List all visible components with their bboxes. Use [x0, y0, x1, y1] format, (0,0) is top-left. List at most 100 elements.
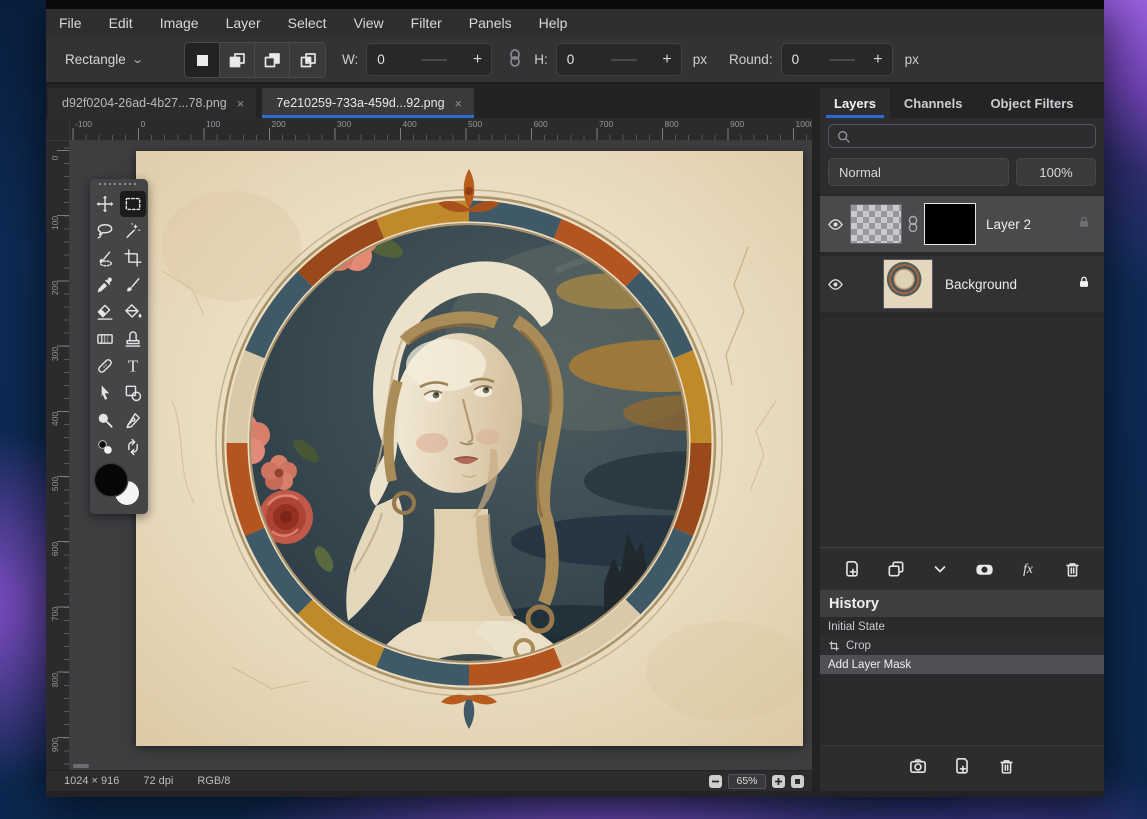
- close-tab-icon[interactable]: ×: [237, 96, 245, 111]
- visibility-eye-icon[interactable]: [820, 276, 850, 293]
- duplicate-layer-icon[interactable]: [885, 558, 907, 580]
- height-increase-button[interactable]: +: [662, 51, 671, 69]
- color-swatches: [90, 464, 148, 508]
- history-item[interactable]: Crop: [820, 636, 1104, 655]
- eyedropper-tool[interactable]: [92, 272, 118, 298]
- paint-bucket-tool[interactable]: [120, 299, 146, 325]
- menu-item[interactable]: Help: [539, 15, 568, 31]
- foreground-color-swatch[interactable]: [95, 464, 127, 496]
- visibility-eye-icon[interactable]: [820, 216, 850, 233]
- ruler-left: 0100200300400500600700800900: [46, 141, 70, 770]
- layer-row-background[interactable]: Background: [820, 256, 1104, 312]
- layers-list: Layer 2 Background: [820, 194, 1104, 318]
- zoom-fit-button[interactable]: [791, 775, 804, 788]
- history-item[interactable]: Add Layer Mask: [820, 655, 1104, 674]
- round-input[interactable]: 0 +: [781, 43, 893, 76]
- canvas-document[interactable]: [136, 151, 803, 746]
- layer-thumbnail-transparent[interactable]: [850, 204, 902, 244]
- lock-icon[interactable]: [1076, 274, 1092, 295]
- path-select-tool[interactable]: [92, 380, 118, 406]
- intersect-shape-button[interactable]: [290, 43, 325, 77]
- snapshot-camera-icon[interactable]: [907, 755, 929, 777]
- panel-tab[interactable]: Layers: [820, 88, 890, 118]
- menu-item[interactable]: File: [59, 15, 82, 31]
- link-dimensions-icon[interactable]: [506, 48, 524, 71]
- layer-name: Background: [945, 277, 1076, 292]
- menu-item[interactable]: Select: [288, 15, 327, 31]
- search-icon: [836, 129, 851, 144]
- zoom-level-field[interactable]: 65%: [728, 774, 766, 789]
- history-item[interactable]: Initial State: [820, 617, 1104, 636]
- round-slider-handle[interactable]: [829, 59, 855, 61]
- new-layer-icon[interactable]: [841, 558, 863, 580]
- menu-item[interactable]: Image: [160, 15, 199, 31]
- layer-mask-thumbnail[interactable]: [924, 203, 976, 245]
- layer-thumbnail-image[interactable]: [883, 259, 933, 309]
- menu-item[interactable]: Panels: [469, 15, 512, 31]
- shape-type-select[interactable]: Rectangle ⌄: [65, 52, 142, 67]
- panel-tab[interactable]: Channels: [890, 88, 977, 118]
- opacity-field[interactable]: 100%: [1016, 158, 1096, 186]
- mask-link-icon[interactable]: [902, 215, 924, 233]
- palette-drag-handle[interactable]: [99, 183, 139, 187]
- quick-select-tool[interactable]: [92, 245, 118, 271]
- horizontal-scrollbar[interactable]: [73, 764, 89, 768]
- layer-mask-icon[interactable]: [973, 558, 995, 580]
- zoom-in-button[interactable]: [772, 775, 785, 788]
- close-tab-icon[interactable]: ×: [455, 96, 463, 111]
- gradient-tool[interactable]: [92, 326, 118, 352]
- zoom-tool[interactable]: [92, 407, 118, 433]
- crop-icon: [828, 640, 840, 652]
- lasso-tool[interactable]: [92, 218, 118, 244]
- height-label: H:: [534, 52, 548, 67]
- height-slider-handle[interactable]: [611, 59, 637, 61]
- ruler-corner: [46, 118, 70, 141]
- zoom-out-button[interactable]: [709, 775, 722, 788]
- delete-state-icon[interactable]: [995, 755, 1017, 777]
- window-titlebar: [46, 0, 1104, 9]
- layer-search-input[interactable]: [828, 124, 1096, 148]
- width-slider-handle[interactable]: [421, 59, 447, 61]
- width-increase-button[interactable]: +: [473, 51, 482, 69]
- ruler-top: -10001002003004005006007008009001000: [70, 118, 812, 141]
- swap-colors-icon[interactable]: [120, 434, 146, 460]
- subtract-shape-button[interactable]: [255, 43, 290, 77]
- history-header: History: [820, 590, 1104, 617]
- union-shape-button[interactable]: [220, 43, 255, 77]
- new-shape-button[interactable]: [185, 43, 220, 77]
- rectangle-select-tool[interactable]: [120, 191, 146, 217]
- clone-stamp-tool[interactable]: [120, 326, 146, 352]
- move-tool[interactable]: [92, 191, 118, 217]
- app-window: File Edit Image Layer Select View Filter Panels…: [46, 0, 1104, 797]
- chevron-down-icon[interactable]: [929, 558, 951, 580]
- round-increase-button[interactable]: +: [873, 51, 882, 69]
- menu-item[interactable]: Edit: [109, 15, 133, 31]
- panel-tab[interactable]: Object Filters: [976, 88, 1087, 118]
- eraser-tool[interactable]: [92, 299, 118, 325]
- layer-row-layer2[interactable]: Layer 2: [820, 196, 1104, 252]
- document-tab[interactable]: d92f0204-26ad-4b27...78.png ×: [48, 88, 256, 118]
- menu-item[interactable]: View: [354, 15, 384, 31]
- delete-layer-icon[interactable]: [1061, 558, 1083, 580]
- mini-colors-icon[interactable]: [92, 434, 118, 460]
- shape-tool[interactable]: [120, 380, 146, 406]
- magic-wand-tool[interactable]: [120, 218, 146, 244]
- doc-dimensions: 1024 × 916: [64, 775, 119, 787]
- pen-tool[interactable]: [120, 407, 146, 433]
- healing-patch-tool[interactable]: [92, 353, 118, 379]
- document-tab[interactable]: 7e210259-733a-459d...92.png ×: [262, 88, 474, 118]
- width-input[interactable]: 0 +: [366, 43, 492, 76]
- brush-tool[interactable]: [120, 272, 146, 298]
- crop-tool[interactable]: [120, 245, 146, 271]
- new-document-from-state-icon[interactable]: [951, 755, 973, 777]
- layer-effects-icon[interactable]: fx: [1017, 558, 1039, 580]
- menu-item[interactable]: Layer: [226, 15, 261, 31]
- canvas-viewport[interactable]: [70, 141, 812, 770]
- blend-mode-select[interactable]: Normal: [828, 158, 1009, 186]
- layers-empty-area: [820, 318, 1104, 547]
- menu-item[interactable]: Filter: [411, 15, 442, 31]
- lock-icon[interactable]: [1076, 214, 1092, 235]
- height-input[interactable]: 0 +: [556, 43, 682, 76]
- type-tool[interactable]: T: [120, 353, 146, 379]
- panel-tabs: Layers Channels Object Filters: [820, 88, 1104, 118]
